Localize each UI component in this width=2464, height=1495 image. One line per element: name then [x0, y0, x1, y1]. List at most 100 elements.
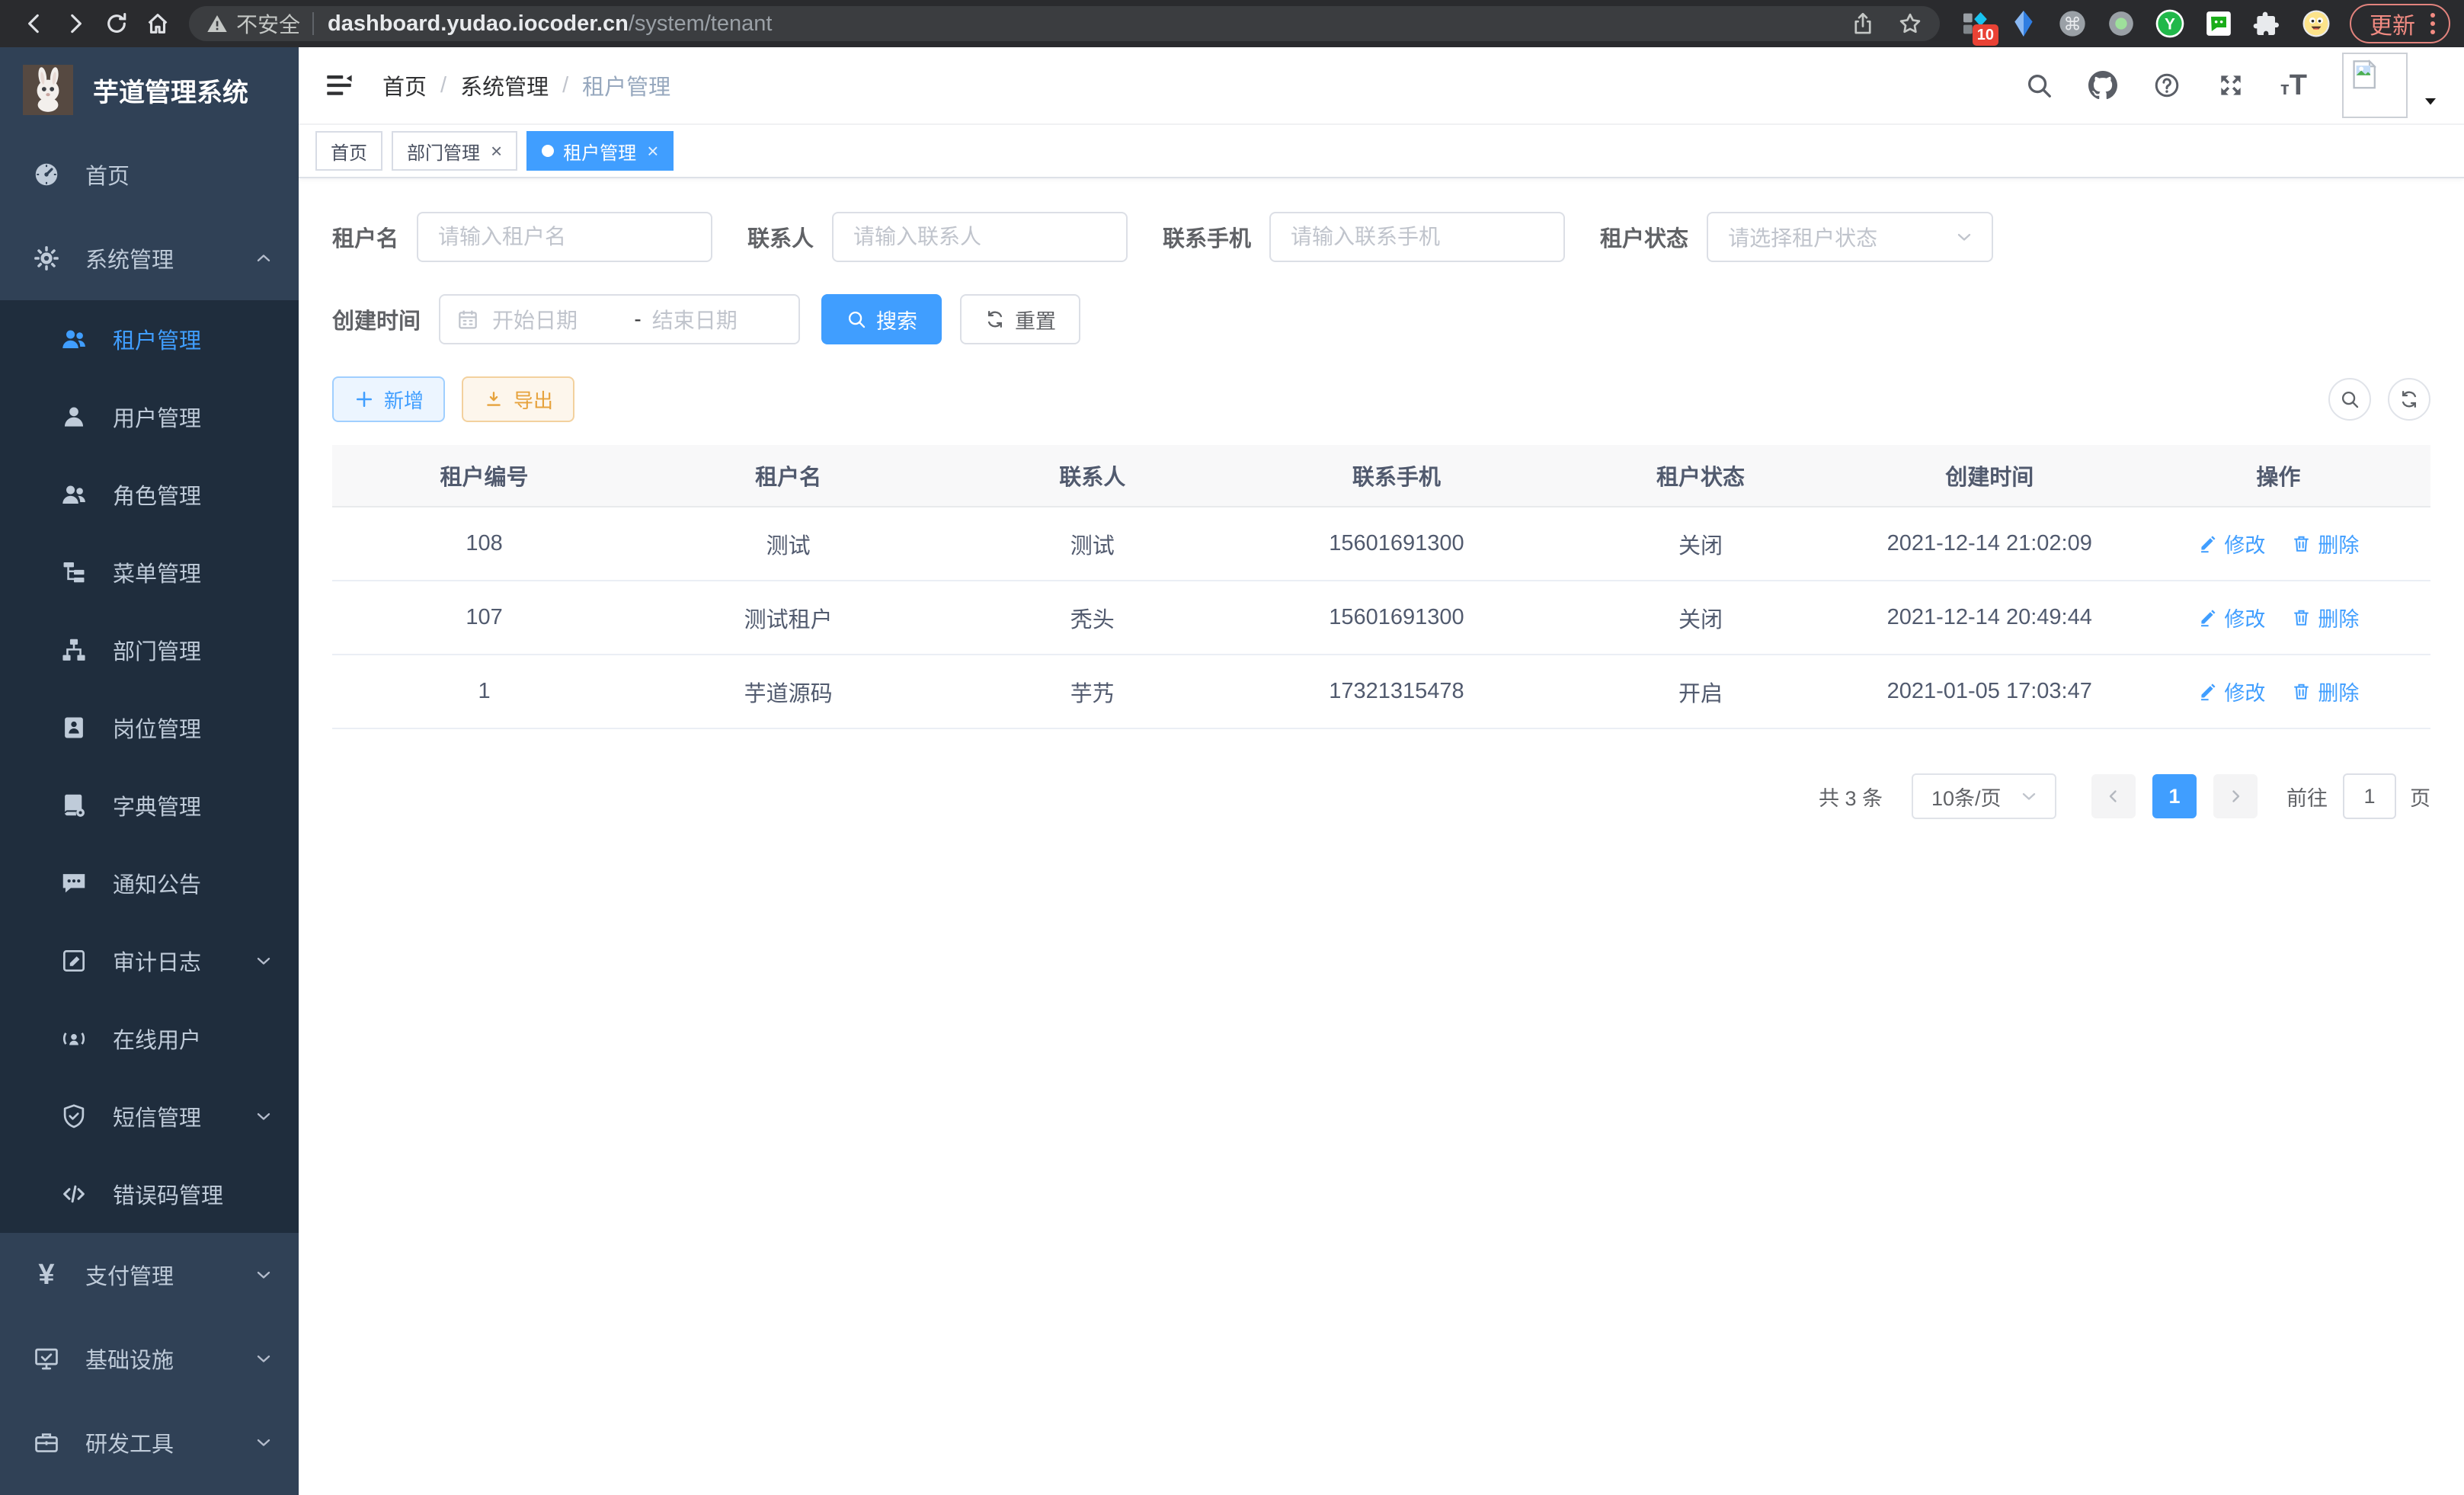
show-search-toggle-button[interactable] — [2328, 378, 2371, 421]
phone-input[interactable] — [1269, 212, 1565, 262]
cell-contact: 测试 — [940, 528, 1244, 560]
browser-back-button[interactable] — [14, 3, 55, 44]
security-label[interactable]: 不安全 — [236, 8, 300, 39]
kite-extension-icon[interactable] — [2006, 6, 2041, 41]
sidebar-item-audit-log[interactable]: 审计日志 — [0, 922, 299, 1000]
page-1-button[interactable]: 1 — [2152, 774, 2197, 818]
breadcrumb: 首页 / 系统管理 / 租户管理 — [382, 69, 670, 101]
cell-id: 1 — [332, 679, 636, 704]
sidebar-item-label: 租户管理 — [113, 323, 201, 355]
plus-icon — [354, 389, 375, 410]
sidebar-item-label: 错误码管理 — [113, 1178, 223, 1210]
sidebar-item-user-management[interactable]: 用户管理 — [0, 378, 299, 456]
breadcrumb-home[interactable]: 首页 — [382, 69, 427, 101]
sidebar-item-role-management[interactable]: 角色管理 — [0, 456, 299, 533]
browser-menu-icon[interactable] — [2430, 13, 2435, 34]
header-search-icon[interactable] — [2024, 71, 2053, 100]
sidebar-collapse-button[interactable] — [323, 69, 355, 101]
sidebar-logo[interactable]: 芋道管理系统 — [0, 47, 299, 133]
sidebar-item-dept-management[interactable]: 部门管理 — [0, 611, 299, 689]
start-date-placeholder[interactable]: 开始日期 — [492, 304, 623, 335]
column-header: 创建时间 — [1853, 459, 2126, 491]
breadcrumb-system[interactable]: 系统管理 — [460, 69, 549, 101]
delete-button[interactable]: 删除 — [2291, 677, 2359, 706]
cell-phone: 15601691300 — [1244, 531, 1548, 556]
edit-button[interactable]: 修改 — [2197, 529, 2265, 559]
url-host: dashboard.yudao.iocoder.cn — [328, 11, 629, 37]
browser-home-button[interactable] — [137, 3, 178, 44]
sidebar-item-tenant-management[interactable]: 租户管理 — [0, 300, 299, 378]
end-date-placeholder[interactable]: 结束日期 — [652, 304, 783, 335]
sidebar-item-home[interactable]: 首页 — [0, 133, 299, 216]
trash-icon — [2291, 681, 2312, 702]
edit-button[interactable]: 修改 — [2197, 677, 2265, 706]
delete-button[interactable]: 删除 — [2291, 603, 2359, 632]
export-button[interactable]: 导出 — [462, 376, 574, 422]
avatar-caret-down-icon[interactable] — [2421, 92, 2440, 110]
sidebar-item-infrastructure[interactable]: 基础设施 — [0, 1317, 299, 1401]
sidebar-item-system-management[interactable]: 系统管理 — [0, 216, 299, 300]
command-extension-icon[interactable]: ⌘ — [2055, 6, 2090, 41]
browser-reload-button[interactable] — [96, 3, 137, 44]
tab-home[interactable]: 首页 — [315, 131, 382, 171]
add-button[interactable]: 新增 — [332, 376, 445, 422]
user-avatar[interactable] — [2342, 53, 2408, 118]
share-icon[interactable] — [1850, 11, 1876, 37]
app-title: 芋道管理系统 — [93, 72, 248, 109]
next-page-button[interactable] — [2213, 774, 2258, 818]
reload-icon — [104, 11, 130, 37]
status-label: 租户状态 — [1600, 221, 1688, 253]
tab-dept-management[interactable]: 部门管理 × — [392, 131, 517, 171]
cell-created: 2021-12-14 21:02:09 — [1853, 531, 2126, 556]
emoji-avatar-icon[interactable] — [2299, 6, 2334, 41]
sidebar-item-sms-management[interactable]: 短信管理 — [0, 1077, 299, 1155]
pagination-total: 共 3 条 — [1819, 782, 1883, 812]
sidebar-item-online-user[interactable]: 在线用户 — [0, 1000, 299, 1077]
message-icon — [59, 869, 88, 898]
refresh-icon — [984, 309, 1006, 330]
tab-tenant-management[interactable]: 租户管理× — [526, 131, 674, 171]
tab-close-icon[interactable]: × — [491, 141, 502, 161]
yudao-extension-icon[interactable]: Y — [2152, 6, 2187, 41]
sidebar-item-menu-management[interactable]: 菜单管理 — [0, 533, 299, 611]
sidebar-item-dev-tool[interactable]: 研发工具 — [0, 1401, 299, 1484]
prev-page-button[interactable] — [2091, 774, 2136, 818]
sidebar-item-notice[interactable]: 通知公告 — [0, 844, 299, 922]
chat-extension-icon[interactable] — [2201, 6, 2236, 41]
puzzle-extension-icon[interactable] — [2250, 6, 2285, 41]
page-size-select[interactable]: 10条/页 — [1912, 773, 2056, 819]
reset-button[interactable]: 重置 — [960, 294, 1080, 344]
sidebar-item-error-code-management[interactable]: 错误码管理 — [0, 1155, 299, 1233]
tab-close-icon[interactable]: × — [647, 141, 658, 161]
broken-image-icon — [2347, 57, 2382, 92]
refresh-table-button[interactable] — [2388, 378, 2430, 421]
contact-input[interactable] — [832, 212, 1128, 262]
search-button[interactable]: 搜索 — [821, 294, 942, 344]
goto-label: 前往 — [2286, 782, 2328, 812]
browser-update-button[interactable]: 更新 — [2350, 4, 2450, 43]
sidebar-item-pay-management[interactable]: ¥支付管理 — [0, 1233, 299, 1317]
status-select[interactable]: 请选择租户状态 — [1707, 212, 1993, 262]
page-size-value: 10条/页 — [1931, 782, 2018, 812]
edit-button[interactable]: 修改 — [2197, 603, 2265, 632]
font-size-icon[interactable]: тT — [2280, 71, 2307, 100]
toolbox-icon — [32, 1428, 61, 1457]
help-icon[interactable] — [2152, 71, 2181, 100]
address-bar[interactable]: 不安全 dashboard.yudao.iocoder.cn /system/t… — [189, 6, 1940, 41]
fullscreen-icon[interactable] — [2216, 71, 2245, 100]
sidebar-item-dict-management[interactable]: 字典管理 — [0, 767, 299, 844]
create-time-range-picker[interactable]: 开始日期 - 结束日期 — [439, 294, 800, 344]
column-header: 联系手机 — [1244, 459, 1548, 491]
sidebar-item-post-management[interactable]: 岗位管理 — [0, 689, 299, 767]
github-icon[interactable] — [2088, 71, 2117, 100]
cell-status: 关闭 — [1549, 602, 1853, 634]
delete-button[interactable]: 删除 — [2291, 529, 2359, 559]
goto-page-input[interactable] — [2343, 773, 2396, 819]
record-extension-icon[interactable] — [2104, 6, 2139, 41]
bookmark-star-icon[interactable] — [1897, 11, 1923, 37]
browser-forward-button[interactable] — [55, 3, 96, 44]
boxes-extension-icon[interactable]: 10 — [1957, 6, 1992, 41]
chevron-down-icon — [253, 1106, 274, 1127]
tab-label: 部门管理 — [407, 138, 480, 165]
tenant-name-input[interactable] — [417, 212, 712, 262]
